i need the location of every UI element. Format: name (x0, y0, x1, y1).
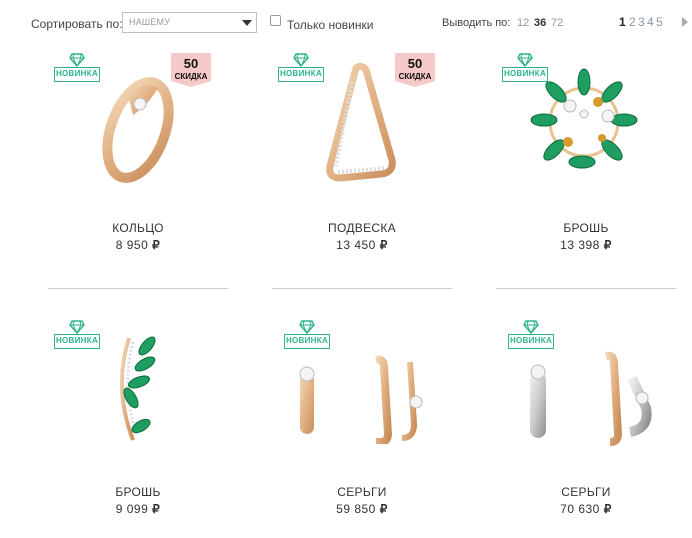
product-price-value: 59 850 (336, 502, 376, 516)
product-price: 9 099 ₽ (38, 502, 238, 516)
product-name[interactable]: БРОШЬ (486, 221, 686, 235)
row-divider (48, 288, 228, 289)
pagination-page-4[interactable]: 4 (647, 15, 654, 29)
new-badge: НОВИНКА (54, 53, 100, 83)
per-page-option-36[interactable]: 36 (534, 17, 546, 29)
new-badge: НОВИНКА (278, 53, 324, 83)
new-badge-label: НОВИНКА (54, 67, 100, 82)
product-price-value: 13 398 (560, 238, 600, 252)
product-price: 59 850 ₽ (262, 502, 462, 516)
product-name[interactable]: СЕРЬГИ (486, 485, 686, 499)
product-card[interactable]: НОВИНКА 50 СКИДКА ПОДВЕСКА 13 450 ₽ (272, 44, 497, 284)
diamond-icon (69, 320, 85, 334)
row-divider (272, 288, 452, 289)
product-image-leaf-brooch[interactable] (103, 328, 173, 448)
ruble-icon: ₽ (152, 238, 161, 252)
product-price-value: 13 450 (336, 238, 376, 252)
ruble-icon: ₽ (379, 238, 388, 252)
per-page-option-12[interactable]: 12 (517, 17, 529, 29)
chevron-down-icon (242, 20, 252, 26)
product-image-ring[interactable] (98, 60, 178, 190)
row-divider (496, 288, 676, 289)
catalog-toolbar: Сортировать по: НАШЕМУ Только новинки Вы… (0, 0, 692, 44)
product-name[interactable]: СЕРЬГИ (262, 485, 462, 499)
diamond-icon (69, 53, 85, 67)
ruble-icon: ₽ (603, 502, 612, 516)
product-price: 70 630 ₽ (486, 502, 686, 516)
product-price: 13 398 ₽ (486, 238, 686, 252)
diamond-icon (293, 53, 309, 67)
sort-label: Сортировать по: (31, 17, 123, 31)
ruble-icon: ₽ (379, 502, 388, 516)
arrow-right-icon[interactable] (682, 17, 688, 27)
new-badge-label: НОВИНКА (278, 67, 324, 82)
product-price: 8 950 ₽ (38, 238, 238, 252)
new-badge-label: НОВИНКА (508, 334, 554, 349)
new-badge-label: НОВИНКА (54, 334, 100, 349)
product-name[interactable]: ПОДВЕСКА (262, 221, 462, 235)
sort-select[interactable]: НАШЕМУ (122, 12, 257, 33)
product-card[interactable]: НОВИНКА 50 СКИДКА КОЛЬЦО 8 950 ₽ (48, 44, 273, 284)
product-image-pendant[interactable] (322, 62, 402, 192)
new-only-checkbox[interactable] (270, 15, 281, 26)
per-page-label: Выводить по: (442, 17, 511, 29)
product-image-earrings-gold[interactable] (292, 354, 432, 444)
new-badge-label: НОВИНКА (284, 334, 330, 349)
pagination-page-3[interactable]: 3 (638, 15, 645, 29)
product-name[interactable]: КОЛЬЦО (38, 221, 238, 235)
new-badge: НОВИНКА (54, 320, 100, 350)
product-price: 13 450 ₽ (262, 238, 462, 252)
pagination-page-5[interactable]: 5 (656, 15, 663, 29)
product-price-value: 70 630 (560, 502, 600, 516)
new-badge: НОВИНКА (284, 320, 330, 350)
product-image-wreath-brooch[interactable] (524, 62, 644, 182)
new-badge: НОВИНКА (508, 320, 554, 350)
product-image-earrings-twotone[interactable] (520, 348, 660, 448)
pagination-page-2[interactable]: 2 (629, 15, 636, 29)
ruble-icon: ₽ (152, 502, 161, 516)
ruble-icon: ₽ (603, 238, 612, 252)
pagination-page-1[interactable]: 1 (619, 15, 626, 29)
diamond-icon (523, 320, 539, 334)
product-card[interactable]: НОВИНКА БРОШЬ 13 398 ₽ (496, 44, 692, 284)
product-card[interactable]: НОВИНКА СЕРЬГИ 70 630 ₽ (496, 288, 692, 528)
product-card[interactable]: НОВИНКА СЕРЬГИ 59 850 ₽ (272, 288, 497, 528)
product-price-value: 9 099 (115, 502, 149, 516)
sort-select-value: НАШЕМУ (129, 17, 171, 27)
product-card[interactable]: НОВИНКА БРОШЬ 9 099 ₽ (48, 288, 273, 528)
product-price-value: 8 950 (115, 238, 149, 252)
per-page-option-72[interactable]: 72 (551, 17, 563, 29)
new-only-label[interactable]: Только новинки (287, 18, 373, 32)
diamond-icon (299, 320, 315, 334)
product-name[interactable]: БРОШЬ (38, 485, 238, 499)
